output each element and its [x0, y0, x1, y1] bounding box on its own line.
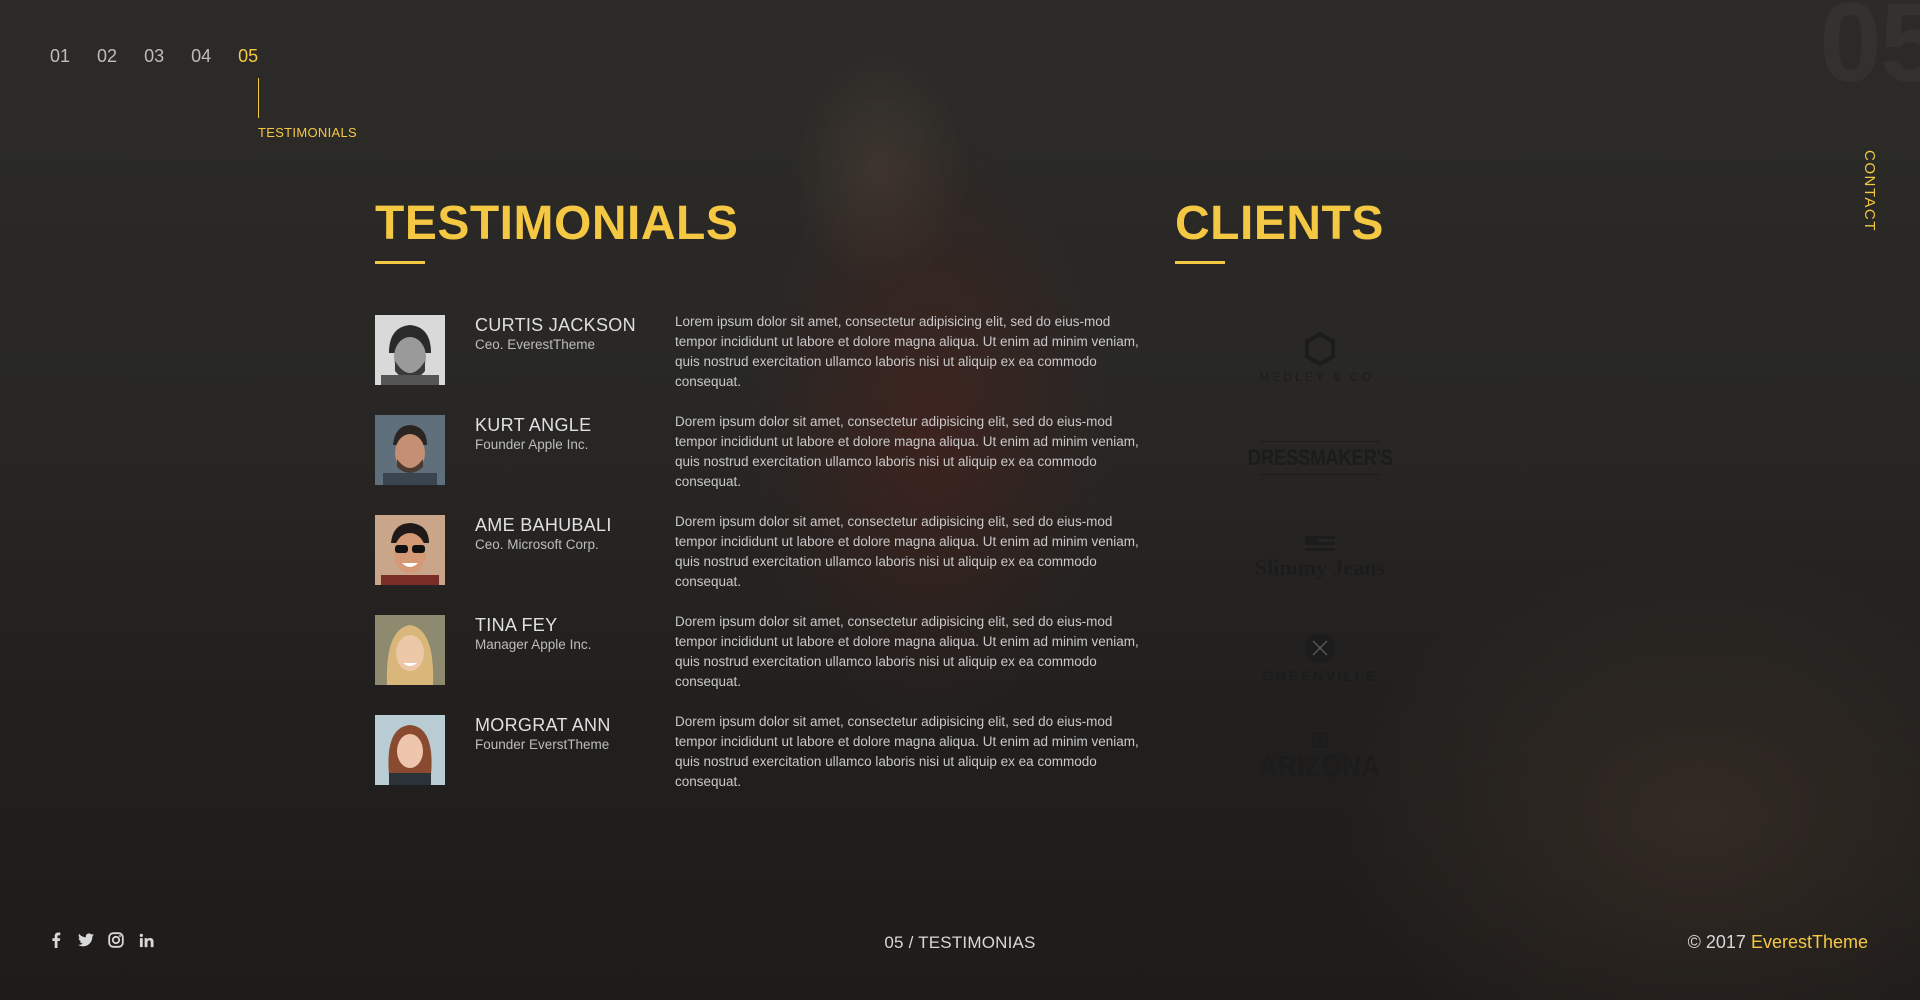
- testimonials-title: TESTIMONIALS: [375, 197, 739, 250]
- section-number-watermark: 05: [1819, 0, 1920, 107]
- divider: [1260, 474, 1380, 475]
- section-pager: 05 / TESTIMONIAS: [884, 933, 1036, 952]
- testimonial-quote: Dorem ipsum dolor sit amet, consectetur …: [675, 414, 1139, 489]
- client-logo-medley[interactable]: MEDLEY & CO.: [1245, 308, 1395, 408]
- testimonial-name: KURT ANGLE: [475, 415, 592, 435]
- nav-item-03[interactable]: 03: [144, 46, 164, 67]
- copyright-text: © 2017: [1687, 932, 1746, 952]
- testimonial-item: MORGRAT ANN Founder EverstTheme Dorem ip…: [375, 714, 1155, 815]
- hexagon-icon: [1305, 332, 1335, 366]
- square-icon: [1312, 732, 1328, 748]
- divider: [1260, 441, 1380, 442]
- testimonial-name: CURTIS JACKSON: [475, 315, 636, 335]
- avatar: [375, 415, 445, 485]
- testimonial-item: AME BAHUBALI Ceo. Microsoft Corp. Dorem …: [375, 514, 1155, 615]
- avatar: [375, 315, 445, 385]
- avatar: [375, 515, 445, 585]
- brand-link[interactable]: EverestTheme: [1751, 932, 1868, 952]
- testimonial-name: TINA FEY: [475, 615, 558, 635]
- client-logo-slimmy-jeans[interactable]: Slimmy Jeans: [1245, 508, 1395, 608]
- clients-title-underline: [1175, 261, 1225, 264]
- nav-item-05[interactable]: 05: [238, 46, 258, 67]
- testimonials-title-underline: [375, 261, 425, 264]
- section-nav: 01 02 03 04 05: [50, 46, 258, 67]
- testimonial-role: Ceo. EverestTheme: [475, 337, 596, 352]
- testimonial-name: AME BAHUBALI: [475, 515, 612, 535]
- testimonial-item: CURTIS JACKSON Ceo. EverestTheme Lorem i…: [375, 314, 1155, 415]
- testimonial-role: Manager Apple Inc.: [475, 637, 592, 652]
- testimonials-list: CURTIS JACKSON Ceo. EverestTheme Lorem i…: [375, 314, 1155, 815]
- testimonial-quote: Dorem ipsum dolor sit amet, consectetur …: [675, 614, 1139, 689]
- testimonial-name: MORGRAT ANN: [475, 715, 611, 735]
- client-logo-dressmakers[interactable]: DRESSMAKER'S: [1245, 408, 1395, 508]
- testimonial-quote: Dorem ipsum dolor sit amet, consectetur …: [675, 514, 1139, 589]
- testimonial-role: Ceo. Microsoft Corp.: [475, 537, 599, 552]
- testimonial-role: Founder Apple Inc.: [475, 437, 589, 452]
- nav-item-04[interactable]: 04: [191, 46, 211, 67]
- avatar: [375, 715, 445, 785]
- testimonial-role: Founder EverstTheme: [475, 737, 610, 752]
- testimonial-quote: Lorem ipsum dolor sit amet, consectetur …: [675, 314, 1139, 389]
- client-logo-arizona[interactable]: ARIZONA: [1245, 708, 1395, 808]
- testimonial-item: TINA FEY Manager Apple Inc. Dorem ipsum …: [375, 614, 1155, 715]
- testimonial-quote: Dorem ipsum dolor sit amet, consectetur …: [675, 714, 1139, 789]
- nav-item-01[interactable]: 01: [50, 46, 70, 67]
- clients-logo-list: MEDLEY & CO. DRESSMAKER'S Slimmy Jeans G…: [1245, 308, 1395, 808]
- client-logo-greenville[interactable]: GREENVILLE: [1245, 608, 1395, 708]
- circle-badge-icon: [1305, 632, 1335, 663]
- nav-item-02[interactable]: 02: [97, 46, 117, 67]
- testimonial-item: KURT ANGLE Founder Apple Inc. Dorem ipsu…: [375, 414, 1155, 515]
- clients-title: CLIENTS: [1175, 197, 1384, 250]
- nav-active-caption: TESTIMONIALS: [258, 125, 357, 140]
- contact-link[interactable]: CONTACT: [1861, 150, 1878, 232]
- nav-indicator-line: [258, 78, 259, 118]
- copyright: © 2017 EverestTheme: [1688, 932, 1868, 953]
- flag-icon: [1305, 536, 1335, 551]
- avatar: [375, 615, 445, 685]
